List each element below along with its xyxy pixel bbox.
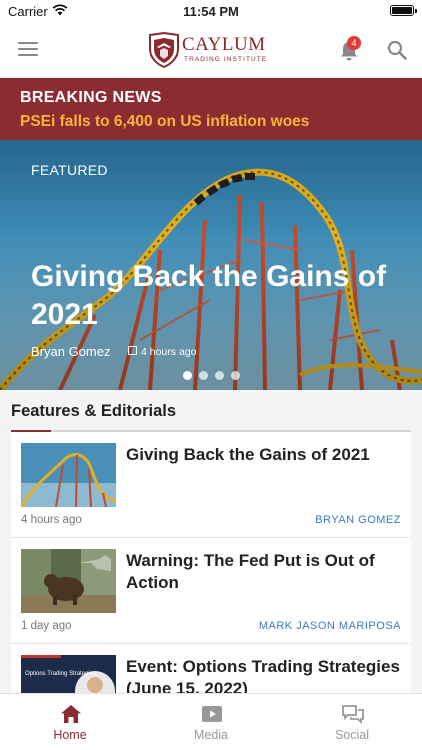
article-thumbnail: Options Trading Strategies — [21, 655, 116, 693]
article-thumbnail — [21, 549, 116, 613]
breaking-news-label: BREAKING NEWS — [20, 89, 162, 106]
featured-carousel[interactable]: FEATURED Giving Back the Gains of 2021 B… — [0, 140, 422, 390]
calendar-icon — [128, 346, 137, 355]
status-bar: Carrier 11:54 PM — [0, 0, 422, 22]
carousel-dot[interactable] — [183, 371, 192, 380]
carousel-dot[interactable] — [215, 371, 224, 380]
article-author[interactable]: BRYAN GOMEZ — [315, 514, 401, 526]
featured-time: 4 hours ago — [141, 346, 197, 358]
app-header: CAYLUM TRADING INSTITUTE 4 — [0, 22, 422, 78]
tab-label: Media — [193, 728, 229, 742]
article-item[interactable]: Warning: The Fed Put is Out of Action 1 … — [11, 538, 411, 644]
article-title[interactable]: Giving Back the Gains of 2021 — [126, 444, 401, 466]
featured-tag: FEATURED — [31, 162, 108, 178]
tab-label: Home — [53, 728, 87, 742]
carousel-dot[interactable] — [199, 371, 208, 380]
brand-logo[interactable]: CAYLUM TRADING INSTITUTE — [148, 32, 274, 70]
carousel-dots — [181, 371, 241, 381]
breaking-news-headline[interactable]: PSEi falls to 6,400 on US inflation woes — [20, 113, 309, 131]
search-icon[interactable] — [386, 39, 408, 61]
carousel-dot[interactable] — [231, 371, 240, 380]
tab-media[interactable]: Media — [141, 694, 281, 750]
featured-author[interactable]: Bryan Gomez — [31, 344, 110, 359]
article-time: 4 hours ago — [21, 514, 82, 526]
breaking-news-banner[interactable]: BREAKING NEWS PSEi falls to 6,400 on US … — [0, 78, 422, 140]
logo-name: CAYLUM — [182, 34, 266, 55]
tab-social[interactable]: Social — [282, 694, 422, 750]
logo-subtitle: TRADING INSTITUTE — [184, 56, 268, 63]
article-thumbnail — [21, 443, 116, 507]
article-author[interactable]: MARK JASON MARIPOSA — [259, 620, 401, 632]
app-screen: Carrier 11:54 PM CAYLUM TRADING INSTITUT… — [0, 0, 422, 750]
play-icon — [202, 706, 222, 722]
thumbnail-caption: Options Trading Strategies — [25, 671, 96, 677]
featured-title[interactable]: Giving Back the Gains of 2021 — [31, 258, 401, 334]
chat-icon — [342, 705, 364, 724]
tab-home[interactable]: Home — [0, 694, 140, 750]
article-title[interactable]: Warning: The Fed Put is Out of Action — [126, 550, 401, 594]
section-title: Features & Editorials — [11, 402, 177, 420]
article-time: 1 day ago — [21, 620, 72, 632]
bottom-tab-bar: Home Media Social — [0, 693, 422, 750]
tab-label: Social — [334, 728, 370, 742]
article-item[interactable]: Options Trading Strategies Event: Option… — [11, 644, 411, 693]
menu-icon[interactable] — [18, 42, 38, 56]
home-icon — [61, 705, 81, 723]
article-list: Giving Back the Gains of 2021 4 hours ag… — [11, 432, 411, 693]
shield-logo-icon — [149, 32, 179, 68]
battery-icon — [390, 5, 417, 16]
notification-badge: 4 — [347, 36, 361, 50]
article-item[interactable]: Giving Back the Gains of 2021 4 hours ag… — [11, 432, 411, 538]
article-title[interactable]: Event: Options Trading Strategies (June … — [126, 656, 401, 693]
clock: 11:54 PM — [183, 4, 239, 19]
